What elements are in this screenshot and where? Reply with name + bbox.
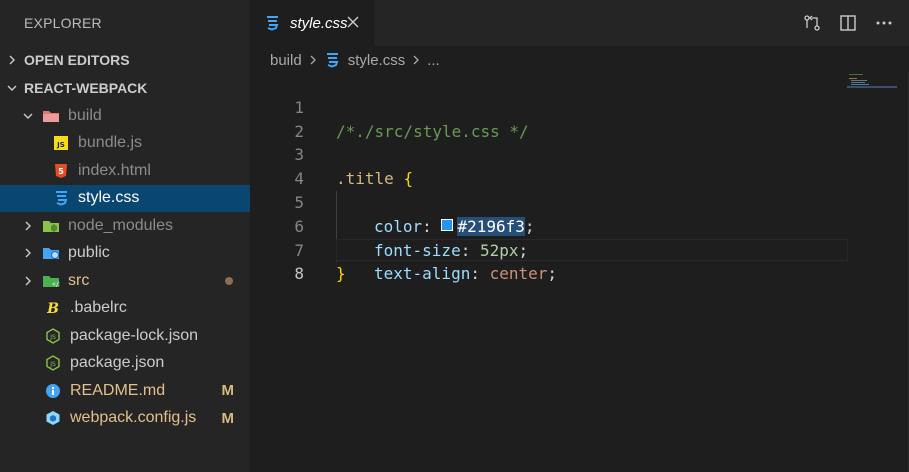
git-status-badge: M (221, 409, 235, 427)
javascript-file-icon: JS (52, 134, 70, 152)
tree-item-label: index.html (78, 161, 151, 179)
tree-item-label: style.css (78, 189, 140, 207)
semicolon: ; (547, 264, 558, 284)
svg-text:5: 5 (58, 167, 64, 176)
tree-item-label: package.json (70, 354, 165, 372)
tree-item-label: webpack.config.js (70, 409, 197, 427)
tree-item-package-json[interactable]: JS package.json (0, 350, 250, 378)
folder-open-icon (42, 107, 60, 125)
tree-item-label: README.md (70, 381, 166, 399)
nodejs-icon: JS (44, 327, 62, 345)
tree-item-label: public (68, 244, 110, 262)
tree-item-style-css[interactable]: style.css (0, 184, 250, 212)
css-property: text-align (374, 264, 471, 284)
chevron-down-icon (0, 82, 24, 94)
tree-item-bundle-js[interactable]: JS bundle.js (0, 130, 250, 158)
code-line: 4 color: #2196f3; (250, 143, 850, 236)
breadcrumb-file[interactable]: style.css (348, 52, 406, 69)
css-value: center (489, 264, 548, 284)
node-folder-icon (42, 217, 60, 235)
code-editor[interactable]: 1 /*./src/style.css */ 2 3 .title { 4 co… (250, 72, 850, 284)
css-file-icon (264, 15, 282, 31)
svg-text:JS: JS (56, 141, 65, 149)
open-editors-label: OPEN EDITORS (24, 52, 130, 68)
tree-item-node-modules[interactable]: node_modules (0, 212, 250, 240)
nodejs-icon: JS (44, 354, 62, 372)
tree-item-public[interactable]: public (0, 240, 250, 268)
svg-text:</>: </> (52, 281, 60, 288)
line-number: 8 (294, 264, 304, 284)
tree-item-label: src (68, 271, 90, 289)
code-line: 7 } (250, 215, 850, 284)
tree-item-label: node_modules (68, 216, 173, 234)
tree-item-build[interactable]: build (0, 102, 250, 130)
breadcrumb: build style.css ... (270, 50, 440, 70)
git-status-badge: M (221, 382, 235, 400)
public-folder-icon (42, 244, 60, 262)
code-line: 3 .title { (250, 120, 850, 188)
tree-item-label: bundle.js (78, 134, 143, 152)
tree-item-src[interactable]: </> src (0, 267, 250, 295)
split-editor-icon[interactable] (837, 12, 859, 34)
tab-style-css[interactable]: style.css (250, 0, 374, 46)
more-actions-icon[interactable] (873, 12, 895, 34)
project-section[interactable]: REACT-WEBPACK (0, 74, 250, 102)
explorer-title: EXPLORER (24, 15, 102, 31)
info-icon (44, 382, 62, 400)
tree-item-package-lock-json[interactable]: JS package-lock.json (0, 322, 250, 350)
tree-item-label: build (68, 106, 102, 124)
minimap[interactable] (847, 72, 899, 102)
open-editors-section[interactable]: OPEN EDITORS (0, 46, 250, 74)
css-file-icon (52, 189, 70, 207)
chevron-right-icon (20, 247, 36, 259)
breadcrumb-more[interactable]: ... (427, 52, 440, 69)
tree-item-babelrc[interactable]: B .babelrc (0, 295, 250, 323)
current-line-highlight (336, 238, 848, 261)
explorer-sidebar: EXPLORER OPEN EDITORS REACT-WEBPACK buil… (0, 0, 250, 472)
chevron-right-icon (20, 275, 36, 287)
css-file-icon (324, 52, 340, 68)
tree-item-label: package-lock.json (70, 326, 199, 344)
tree-item-label: .babelrc (70, 299, 127, 317)
code-line-current: 8 (250, 238, 850, 283)
project-label: REACT-WEBPACK (24, 80, 148, 96)
close-brace: } (336, 264, 346, 284)
code-line: 5 font-size: 52px; (250, 167, 850, 260)
tree-item-webpack-config-js[interactable]: webpack.config.js M (0, 405, 250, 433)
tree-item-index-html[interactable]: 5 index.html (0, 157, 250, 185)
breadcrumb-folder[interactable]: build (270, 52, 302, 69)
svg-text:B: B (46, 301, 59, 316)
chevron-right-icon (411, 54, 421, 66)
modified-dot (225, 276, 233, 285)
src-folder-icon: </> (42, 272, 60, 290)
chevron-right-icon (0, 54, 24, 66)
chevron-right-icon (20, 220, 36, 232)
tab-bar: style.css (250, 0, 909, 46)
svg-text:JS: JS (49, 361, 56, 368)
svg-text:JS: JS (49, 334, 56, 341)
editor-area: style.css build style.css ... 1 /*./src/… (250, 0, 909, 472)
html-file-icon: 5 (52, 162, 70, 180)
open-changes-icon[interactable] (801, 12, 823, 34)
tab-label: style.css (290, 14, 348, 32)
chevron-down-icon (20, 110, 36, 122)
tree-item-readme-md[interactable]: README.md M (0, 377, 250, 405)
chevron-right-icon (308, 54, 318, 66)
code-line: 2 (250, 96, 850, 141)
code-line: 6 text-align: center; (250, 191, 850, 284)
babel-icon: B (44, 299, 62, 317)
webpack-icon (44, 409, 62, 427)
colon: : (470, 264, 480, 284)
close-icon[interactable] (344, 13, 362, 31)
editor-actions (801, 12, 895, 34)
code-line: 1 /*./src/style.css */ (250, 72, 850, 141)
